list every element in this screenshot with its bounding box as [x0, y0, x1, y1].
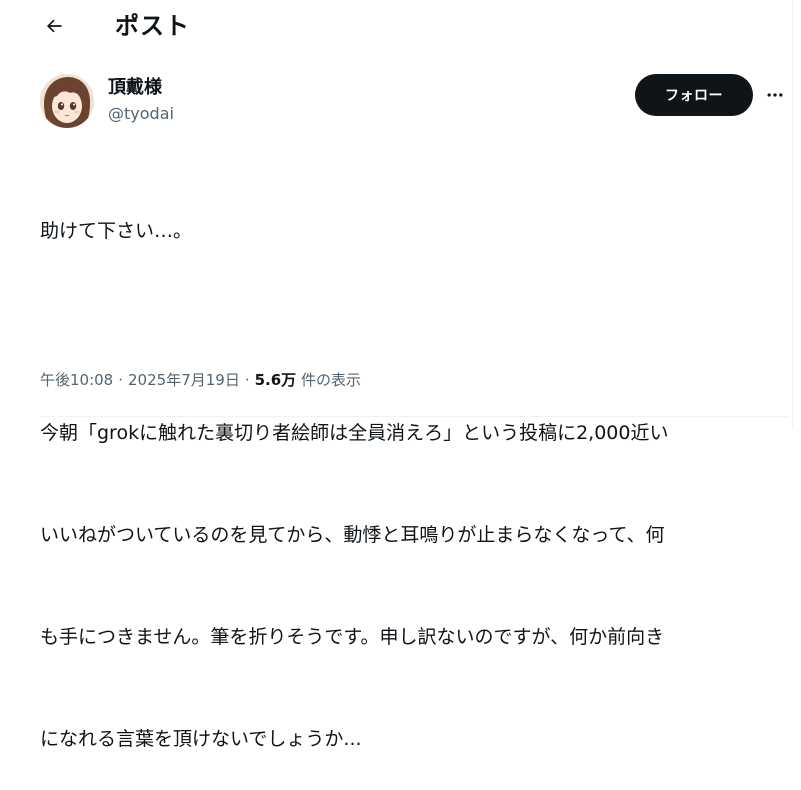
follow-button[interactable]: フォロー — [635, 74, 753, 116]
post-line: いいねがついているのを見てから、動悸と耳鳴りが止まらなくなって、何 — [40, 524, 665, 546]
back-button[interactable] — [36, 8, 72, 44]
meta-separator: · — [118, 371, 124, 389]
post-meta: 午後10:08 · 2025年7月19日 · 5.6万 件の表示 — [40, 368, 361, 392]
avatar[interactable] — [40, 74, 94, 128]
post-line: 助けて下さい…。 — [40, 220, 193, 242]
author-display-name[interactable]: 頂戴様 — [108, 76, 162, 100]
post-text: 助けて下さい…。 今朝「grokに触れた裏切り者絵師は全員消えろ」という投稿に2… — [40, 146, 785, 790]
views-label: 件の表示 — [300, 371, 361, 389]
post-timestamp[interactable]: 午後10:08 · 2025年7月19日 — [40, 371, 240, 389]
more-horizontal-icon — [767, 93, 783, 97]
more-options-button[interactable] — [760, 80, 790, 110]
post-line: になれる言葉を頂けないでしょうか... — [40, 728, 362, 750]
page-title: ポスト — [115, 12, 190, 40]
arrow-left-icon — [46, 19, 62, 33]
post-time: 午後10:08 — [40, 371, 114, 389]
post-line: も手につきません。筆を折りそうです。申し訳ないのですが、何か前向き — [40, 626, 665, 648]
meta-separator: · — [244, 371, 250, 389]
top-bar: ポスト — [0, 0, 790, 52]
post-paragraph-gap — [40, 316, 785, 348]
divider — [40, 416, 788, 417]
post-line: 今朝「grokに触れた裏切り者絵師は全員消えろ」という投稿に2,000近い — [40, 422, 669, 444]
avatar-illustration-icon — [40, 74, 94, 128]
column-border — [792, 0, 793, 429]
author-handle[interactable]: @tyodai — [108, 103, 174, 125]
views-count: 5.6万 — [254, 371, 297, 389]
post-date: 2025年7月19日 — [128, 371, 240, 389]
